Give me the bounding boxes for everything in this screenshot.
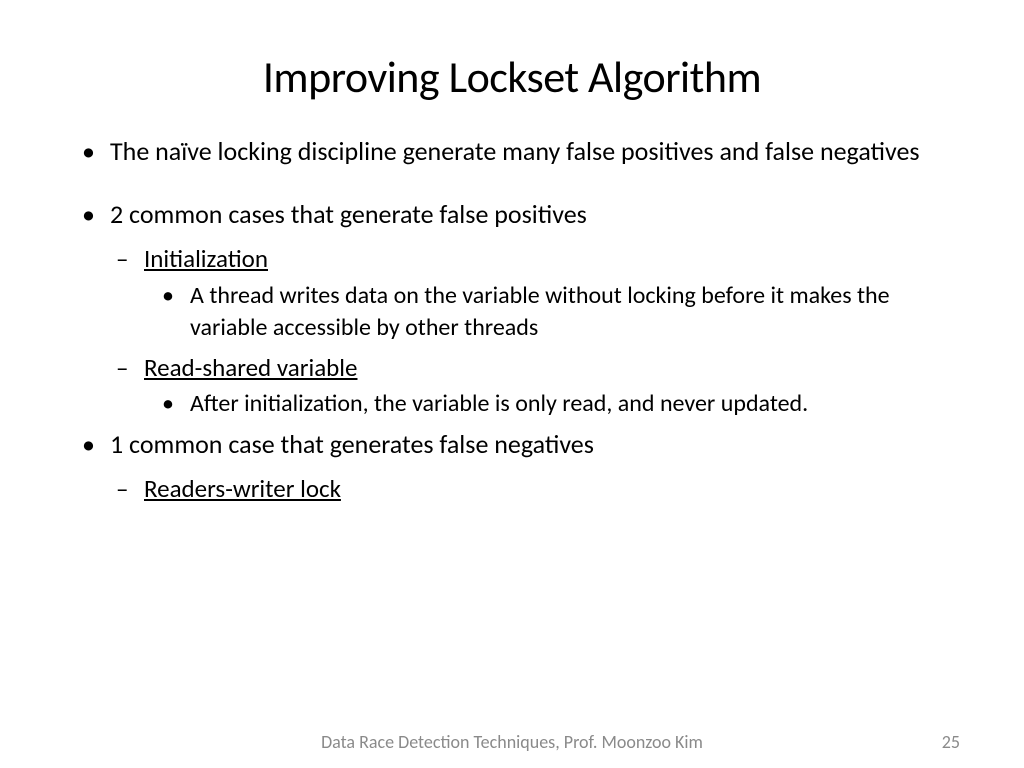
sub-sub-bullet-text: After initialization, the variable is on… (190, 389, 808, 418)
sub-bullet-text: Readers-writer lock (144, 473, 341, 504)
page-number: 25 (942, 731, 960, 753)
footer-text: Data Race Detection Techniques, Prof. Mo… (0, 731, 1024, 753)
slide-title: Improving Lockset Algorithm (70, 50, 954, 104)
bullet-item: 2 common cases that generate false posit… (70, 197, 954, 232)
bullet-item: The naïve locking discipline generate ma… (70, 134, 954, 169)
bullet-item: 1 common case that generates false negat… (70, 427, 954, 462)
bullet-text: 1 common case that generates false negat… (110, 428, 594, 460)
slide-content: The naïve locking discipline generate ma… (70, 134, 954, 506)
sub-bullet-item: Readers-writer lock (70, 472, 954, 506)
sub-bullet-text: Initialization (144, 243, 268, 274)
bullet-text: 2 common cases that generate false posit… (110, 198, 587, 230)
sub-sub-bullet-item: A thread writes data on the variable wit… (70, 280, 954, 345)
sub-sub-bullet-text: A thread writes data on the variable wit… (190, 281, 890, 342)
sub-sub-bullet-item: After initialization, the variable is on… (70, 388, 954, 420)
sub-bullet-item: Initialization (70, 242, 954, 276)
bullet-text: The naïve locking discipline generate ma… (110, 135, 920, 167)
slide: Improving Lockset Algorithm The naïve lo… (0, 0, 1024, 768)
sub-bullet-text: Read-shared variable (144, 352, 357, 383)
sub-bullet-item: Read-shared variable (70, 351, 954, 385)
